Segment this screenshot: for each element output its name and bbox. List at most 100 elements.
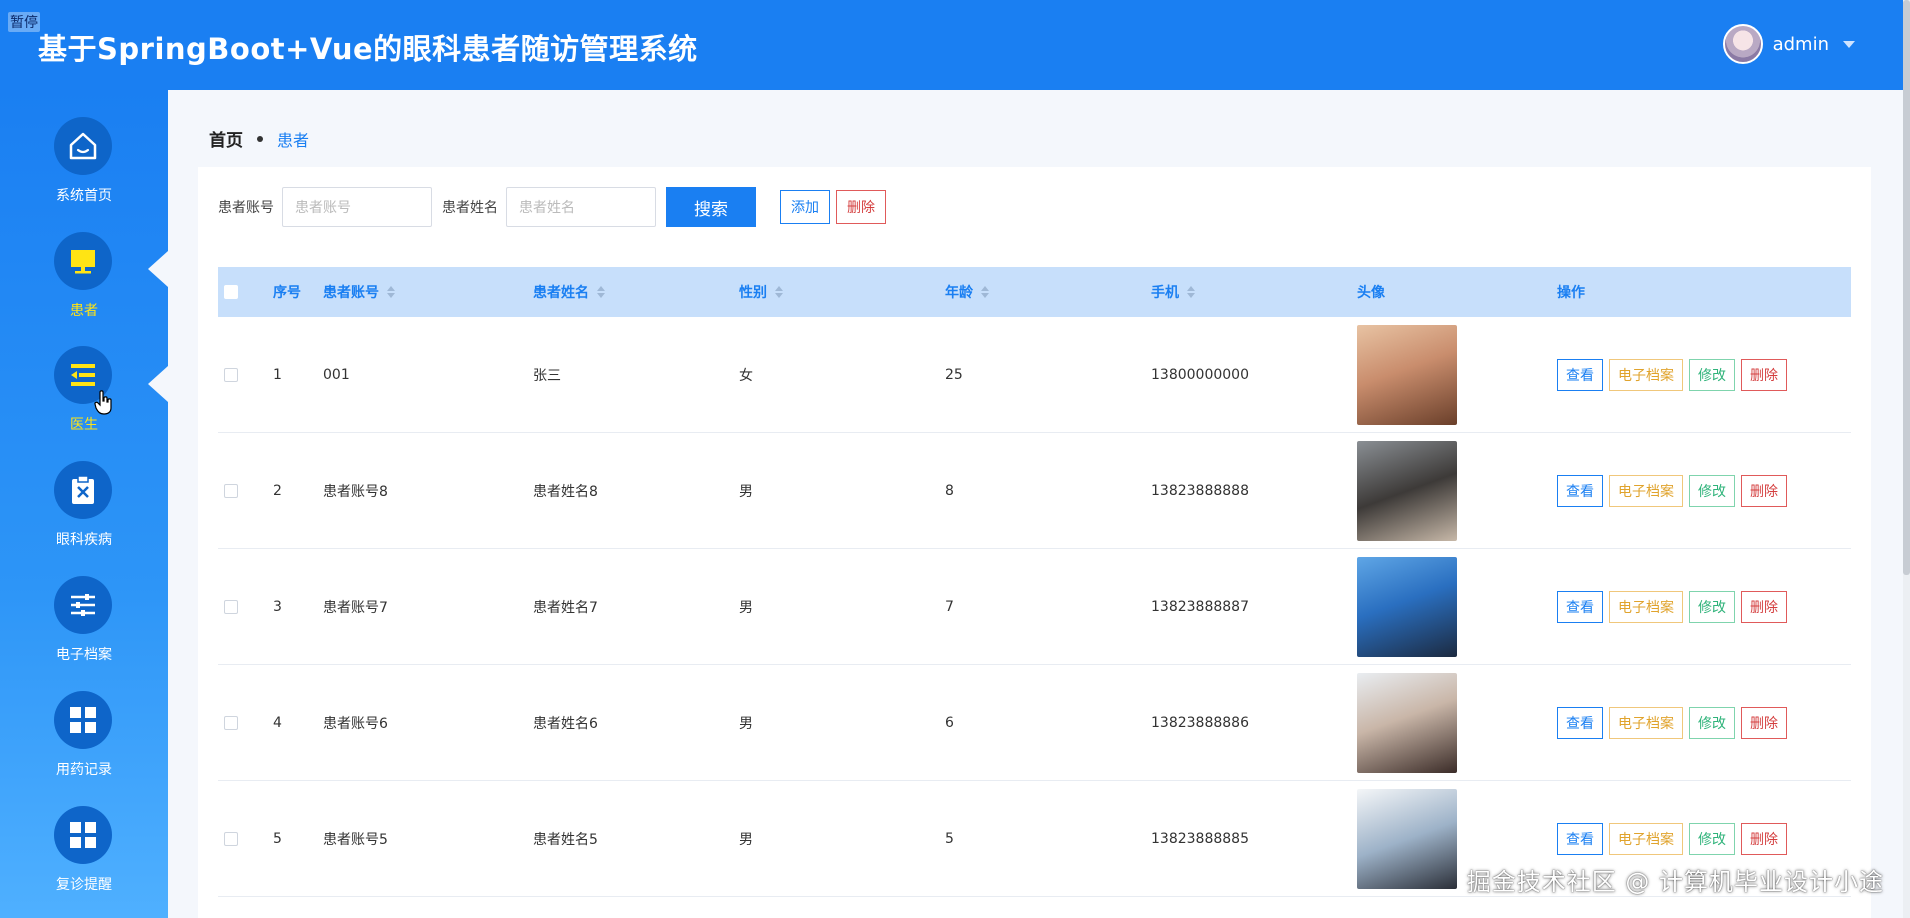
row-checkbox[interactable] [224, 483, 238, 498]
cell-sex: 女 [739, 367, 753, 384]
account-search-input[interactable] [282, 187, 432, 227]
edit-button[interactable]: 修改 [1689, 590, 1735, 623]
add-button[interactable]: 添加 [780, 190, 830, 224]
header-name[interactable]: 患者姓名 [533, 267, 739, 317]
header-age[interactable]: 年龄 [945, 267, 1151, 317]
view-button[interactable]: 查看 [1557, 822, 1603, 855]
patient-avatar-image [1357, 324, 1457, 425]
select-all-checkbox[interactable] [224, 285, 238, 299]
app-title: 基于SpringBoot+Vue的眼科患者随访管理系统 [38, 32, 698, 66]
view-button[interactable]: 查看 [1557, 706, 1603, 739]
cell-phone: 13823888888 [1151, 482, 1249, 499]
table-row[interactable]: 4 患者账号6 患者姓名6 男 6 13823888886 查看 电子档案 修改… [218, 665, 1851, 781]
view-button[interactable]: 查看 [1557, 474, 1603, 507]
patient-avatar-image [1357, 672, 1457, 773]
table-row[interactable]: 3 患者账号7 患者姓名7 男 7 13823888887 查看 电子档案 修改… [218, 549, 1851, 665]
cell-name: 张三 [533, 367, 561, 384]
name-search-input[interactable] [506, 187, 656, 227]
search-button[interactable]: 搜索 [666, 187, 756, 227]
cell-account: 患者账号8 [323, 483, 388, 500]
cell-name: 患者姓名6 [533, 715, 598, 732]
cell-age: 7 [945, 598, 954, 615]
sidebar-item-medication[interactable]: 用药记录 [0, 691, 168, 801]
e-record-button[interactable]: 电子档案 [1609, 590, 1683, 623]
edit-button[interactable]: 修改 [1689, 358, 1735, 391]
patients-table: 序号 患者账号 患者姓名 性别 年龄 手机 头像 操作 1 001 张三 女 2… [218, 267, 1851, 897]
sidebar-item-eye-diseases[interactable]: 眼科疾病 [0, 461, 168, 571]
e-record-button[interactable]: 电子档案 [1609, 474, 1683, 507]
cell-account: 患者账号7 [323, 599, 388, 616]
sidebar-item-label: 系统首页 [56, 188, 112, 204]
patient-avatar-image [1357, 788, 1457, 889]
cell-no: 2 [273, 482, 282, 499]
e-record-button[interactable]: 电子档案 [1609, 822, 1683, 855]
home-icon [54, 117, 112, 175]
patient-avatar-image [1357, 556, 1457, 657]
delete-button[interactable]: 删除 [1741, 358, 1787, 391]
sidebar-item-label: 医生 [70, 417, 98, 433]
edit-button[interactable]: 修改 [1689, 706, 1735, 739]
header-avatar: 头像 [1357, 285, 1385, 301]
sidebar-item-patients[interactable]: 患者 [0, 232, 168, 342]
chevron-down-icon[interactable] [1843, 40, 1855, 48]
sidebar-item-label: 患者 [70, 303, 98, 319]
sidebar-item-doctors[interactable]: 医生 [0, 346, 168, 456]
delete-button[interactable]: 删除 [1741, 474, 1787, 507]
cell-account: 患者账号5 [323, 831, 388, 848]
sidebar-item-label: 电子档案 [56, 647, 112, 663]
account-label: 患者账号 [218, 200, 274, 216]
sort-icon[interactable] [387, 286, 395, 298]
avatar[interactable] [1722, 24, 1763, 64]
hand-cursor-icon [94, 390, 112, 415]
row-checkbox[interactable] [224, 599, 238, 614]
cell-sex: 男 [739, 715, 753, 732]
content-panel: 患者账号 患者姓名 搜索 添加 删除 序号 患者账号 患者姓名 性别 年龄 手机… [198, 167, 1871, 918]
delete-button[interactable]: 删除 [1741, 706, 1787, 739]
sort-icon[interactable] [1187, 286, 1195, 298]
edit-button[interactable]: 修改 [1689, 474, 1735, 507]
cell-age: 5 [945, 830, 954, 847]
name-label: 患者姓名 [442, 200, 498, 216]
row-checkbox[interactable] [224, 831, 238, 846]
sliders-icon [54, 576, 112, 634]
grid-icon [54, 806, 112, 864]
sort-icon[interactable] [775, 286, 783, 298]
breadcrumb-home[interactable]: 首页 [209, 126, 243, 151]
sort-icon[interactable] [981, 286, 989, 298]
top-header: 暂停 基于SpringBoot+Vue的眼科患者随访管理系统 admin [0, 0, 1903, 90]
edit-button[interactable]: 修改 [1689, 822, 1735, 855]
table-row[interactable]: 2 患者账号8 患者姓名8 男 8 13823888888 查看 电子档案 修改… [218, 433, 1851, 549]
row-checkbox[interactable] [224, 715, 238, 730]
page-scrollbar[interactable] [1903, 0, 1910, 918]
sidebar-item-follow-up[interactable]: 复诊提醒 [0, 806, 168, 916]
cell-sex: 男 [739, 599, 753, 616]
header-no: 序号 [273, 285, 301, 301]
delete-button[interactable]: 删除 [1741, 822, 1787, 855]
cell-account: 001 [323, 366, 350, 383]
cell-age: 6 [945, 714, 954, 731]
header-account[interactable]: 患者账号 [323, 267, 533, 317]
cell-no: 3 [273, 598, 282, 615]
sort-icon[interactable] [597, 286, 605, 298]
header-phone[interactable]: 手机 [1151, 267, 1357, 317]
clipboard-x-icon [54, 461, 112, 519]
row-checkbox[interactable] [224, 367, 238, 382]
batch-delete-button[interactable]: 删除 [836, 190, 886, 224]
table-row[interactable]: 1 001 张三 女 25 13800000000 查看 电子档案 修改 删除 [218, 317, 1851, 433]
delete-button[interactable]: 删除 [1741, 590, 1787, 623]
scrollbar-thumb[interactable] [1903, 0, 1910, 575]
sidebar-item-home[interactable]: 系统首页 [0, 117, 168, 227]
view-button[interactable]: 查看 [1557, 358, 1603, 391]
e-record-button[interactable]: 电子档案 [1609, 358, 1683, 391]
e-record-button[interactable]: 电子档案 [1609, 706, 1683, 739]
cell-age: 25 [945, 366, 963, 383]
watermark: 掘金技术社区 @ 计算机毕业设计小途 [1466, 868, 1884, 896]
cell-no: 5 [273, 830, 282, 847]
cell-sex: 男 [739, 831, 753, 848]
cell-sex: 男 [739, 483, 753, 500]
username[interactable]: admin [1773, 34, 1829, 55]
user-menu[interactable]: admin [1722, 24, 1855, 64]
view-button[interactable]: 查看 [1557, 590, 1603, 623]
sidebar-item-e-records[interactable]: 电子档案 [0, 576, 168, 686]
header-sex[interactable]: 性别 [739, 267, 945, 317]
